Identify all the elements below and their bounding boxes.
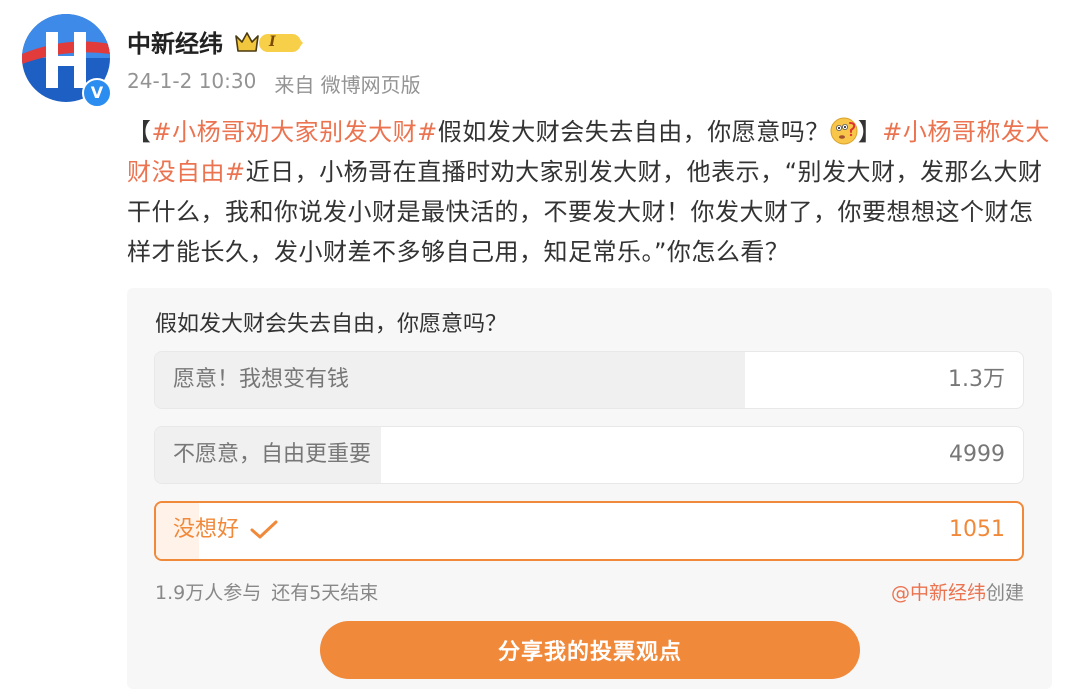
poll-option-2[interactable]: 不愿意，自由更重要 4999 [154,426,1024,484]
thinking-face-icon [830,117,858,145]
poll-question: 假如发大财会失去自由，你愿意吗？ [155,312,508,337]
poll-option-3-count: 1051 [949,517,1005,542]
avatar[interactable]: V [22,14,112,108]
topic-link-1[interactable]: #小杨哥劝大家别发大财# [152,118,438,146]
post-text-part-1: 假如发大财会失去自由，你愿意吗？ [437,118,830,146]
poll-remaining: 还有5天结束 [271,582,379,604]
share-vote-button[interactable]: 分享我的投票观点 [320,621,860,679]
poll-card: 假如发大财会失去自由，你愿意吗？ 愿意！我想变有钱 1.3万 不愿意，自由更重要… [127,288,1052,689]
post-text: 【#小杨哥劝大家别发大财#假如发大财会失去自由，你愿意吗？ 】#小杨哥称发大财没… [127,112,1052,272]
bracket-open: 【 [127,118,152,146]
poll-option-3-label-wrap: 没想好 [173,503,279,557]
poll-option-2-count: 4999 [949,442,1005,467]
poll-option-2-label: 不愿意，自由更重要 [173,442,372,467]
creator-mention-link[interactable]: @中新经纬 [891,582,986,604]
poll-creator: @中新经纬创建 [891,578,1024,605]
poll-option-1-label: 愿意！我想变有钱 [173,367,350,392]
rank-level-text: I [269,33,276,50]
bracket-close: 】 [857,118,883,146]
post-header: V 中新经纬 I 24-1-2 10:30 来自 微博网页版 [22,14,1062,110]
poll-option-3-label: 没想好 [173,517,240,542]
poll-participants: 1.9万人参与 [155,582,262,604]
poll-option-1-count: 1.3万 [948,367,1005,392]
post-source: 来自 微博网页版 [274,73,421,97]
checkmark-icon [250,520,278,539]
poll-stats: 1.9万人参与 还有5天结束 [155,578,378,605]
verified-badge-icon: V [82,78,112,108]
poll-option-1[interactable]: 愿意！我想变有钱 1.3万 [154,351,1024,409]
post-time[interactable]: 24-1-2 10:30 [127,69,256,98]
poll-option-3[interactable]: 没想好 1051 [154,501,1024,561]
post-text-part-2: 近日，小杨哥在直播时劝大家别发大财，他表示，“别发大财，发那么大财干什么，我和你… [127,158,1043,266]
member-rank-badge[interactable]: I [233,28,312,56]
author-name[interactable]: 中新经纬 [127,24,223,59]
creator-suffix: 创建 [985,582,1024,604]
